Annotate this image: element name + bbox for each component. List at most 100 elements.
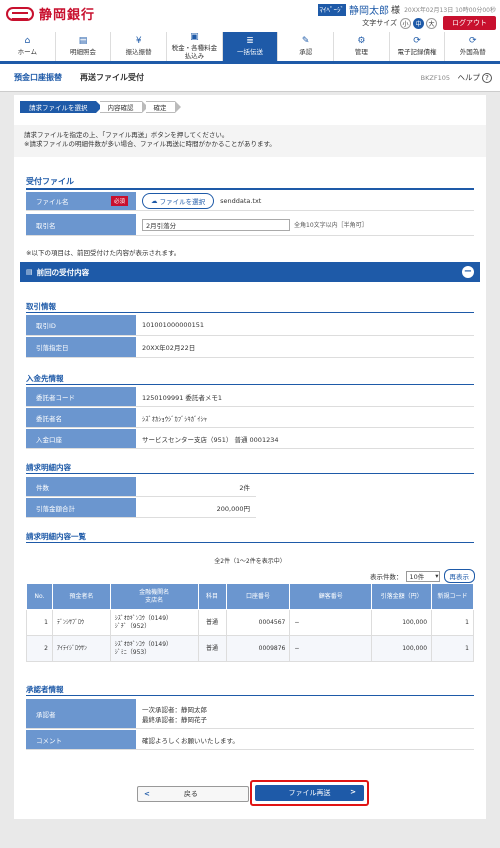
per-page-select[interactable]: 10件 ▾ <box>405 570 440 582</box>
section-divider <box>26 542 474 543</box>
deposit-account-label: 入金口座 <box>36 435 62 444</box>
label-cell: 委託者名 <box>26 408 136 427</box>
section-divider <box>26 188 474 190</box>
nav-admin[interactable]: ⚙ 管理 <box>334 32 390 61</box>
bank-logo[interactable]: 静岡銀行 <box>6 4 95 23</box>
document-icon: ▤ <box>26 268 33 276</box>
billing-count-row: 件数 2件 <box>26 477 256 497</box>
nav-label: 明細照会 <box>70 47 96 56</box>
nav-statement[interactable]: ▤ 明細照会 <box>56 32 112 61</box>
trade-name-input[interactable]: 2月引落分 <box>142 218 290 231</box>
table-row: 1 ﾃﾞﾝｼｻﾌﾞﾛｳ ｼｽﾞｵｶｷﾞﾝｺｳ（0149） ｼﾞﾁﾞ（952） 普通… <box>26 609 474 636</box>
result-count: 全2件（1～2件を表示中） <box>214 558 286 565</box>
last-login: 20XX年02月13日 10時00分00秒 <box>404 7 496 14</box>
label-cell: 入金口座 <box>26 429 136 448</box>
trade-name-label: 取引名 <box>36 221 56 230</box>
nav-label: 振込振替 <box>125 47 152 56</box>
step-confirm: 内容確認 <box>99 101 148 113</box>
top-bar: 静岡銀行 ﾏｲﾍﾟｰｼﾞ 静岡太郎 様 20XX年02月13日 10時00分00… <box>0 0 500 32</box>
back-button[interactable]: < 戻る <box>137 786 249 802</box>
chevron-down-icon: ▾ <box>435 572 439 580</box>
bank-name: 静岡銀行 <box>39 8 96 23</box>
nav-home[interactable]: ⌂ ホーム <box>0 32 56 61</box>
main-panel: 請求ファイルを選択 内容確認 確定 請求ファイルを指定の上、「ファイル再送」ボタ… <box>14 95 486 819</box>
font-size-small-button[interactable]: 小 <box>400 17 411 29</box>
cell-no: 2 <box>26 635 53 662</box>
nav-label: 電子記録債権 <box>397 47 437 56</box>
col-header: 預金者名 <box>51 583 111 610</box>
step-complete: 確定 <box>145 101 181 113</box>
col-header: No. <box>26 583 53 610</box>
nav-tax[interactable]: ▣ 税金・各種料金 払込み <box>167 32 223 61</box>
label-cell: 引落金額合計 <box>26 498 136 517</box>
trade-name-row: 取引名 2月引落分 全角10文字以内［半角可］ <box>26 214 474 236</box>
title-bar: 預金口座振替 再送ファイル受付 BKZF105 ヘルプ? <box>0 64 500 92</box>
comment-label: コメント <box>36 736 62 745</box>
font-size-control: 文字サイズ 小 中 大 ログアウト <box>362 16 496 30</box>
section-title-trade: 取引情報 <box>26 302 56 311</box>
mypage-badge[interactable]: ﾏｲﾍﾟｰｼﾞ <box>317 3 347 16</box>
nav-label: 管理 <box>354 47 368 56</box>
billing-total-value: 200,000円 <box>136 498 256 517</box>
table-row: 2 ｱｲﾃｲｼﾞﾛｳｻﾝ ｼｽﾞｵｶｷﾞﾝｺｳ（0149） ｼﾞﾐﾆ（953） 普… <box>26 635 474 662</box>
section-divider <box>26 473 474 474</box>
nav-e-record[interactable]: ⟳ 電子記録債権 <box>390 32 446 61</box>
section-title-approver: 承認者情報 <box>26 685 64 694</box>
cell-amount: 100,000 <box>371 635 433 662</box>
cell-type: 普通 <box>197 609 227 636</box>
help-link[interactable]: ヘルプ? <box>457 72 492 83</box>
redisplay-button[interactable]: 再表示 <box>443 569 475 583</box>
nav-bulk[interactable]: ≣ 一括伝送 <box>222 32 279 61</box>
cell-type: 普通 <box>197 635 227 662</box>
resend-file-button[interactable]: ファイル再送 > <box>255 785 364 801</box>
statement-icon: ▤ <box>78 35 88 46</box>
section-divider <box>26 695 474 696</box>
cell-code: 1 <box>431 609 474 636</box>
deposit-account-row: 入金口座 サービスセンター支店（951） 普通 0001234 <box>26 429 474 449</box>
font-size-medium-button[interactable]: 中 <box>413 17 424 29</box>
col-header: 金融機関名 支店名 <box>109 583 199 610</box>
help-icon: ? <box>482 72 492 83</box>
help-label: ヘルプ <box>457 73 481 82</box>
breadcrumb-category: 預金口座振替 <box>14 73 62 82</box>
nav-label: 一括伝送 <box>237 47 264 56</box>
user-name: 静岡太郎 <box>349 6 390 17</box>
label-cell: 承認者 <box>26 699 136 728</box>
nav-transfer[interactable]: ¥ 振込振替 <box>111 32 168 61</box>
cell-account: 0004567 <box>225 609 291 636</box>
nav-label: 外国為替 <box>459 47 486 56</box>
nav-forex[interactable]: ⟳ 外国為替 <box>445 32 500 61</box>
back-label: 戻る <box>183 790 198 798</box>
cell-account: 0009876 <box>225 635 291 662</box>
first-approver: 一次承認者：静岡太郎 <box>142 705 207 714</box>
cell-code: 1 <box>431 635 474 662</box>
cell-amount: 100,000 <box>371 609 433 636</box>
comment-value: 確認よろしくお願いいたします。 <box>136 730 474 749</box>
cell-customer: − <box>289 635 373 662</box>
transfer-icon: ¥ <box>135 35 142 46</box>
per-page-label: 表示件数： <box>370 573 403 581</box>
label-cell: 件数 <box>26 477 136 496</box>
approver-value: 一次承認者：静岡太郎 最終承認者：静岡花子 <box>136 699 474 728</box>
previous-content-header[interactable]: ▤ 前回の受付内容 − <box>20 262 480 282</box>
section-divider <box>26 312 474 313</box>
chevron-right-icon: > <box>350 788 356 796</box>
choose-file-button[interactable]: ☁ ファイルを選択 <box>142 193 215 209</box>
cell-no: 1 <box>26 609 53 636</box>
collapse-icon[interactable]: − <box>462 266 474 278</box>
cell-bank: ｼｽﾞｵｶｷﾞﾝｺｳ（0149） ｼﾞﾁﾞ（952） <box>109 609 199 636</box>
section-divider <box>26 384 474 385</box>
global-nav: ⌂ ホーム ▤ 明細照会 ¥ 振込振替 ▣ 税金・各種料金 払込み ≣ 一括伝送 ✎ 承認 … <box>0 32 500 64</box>
cloud-upload-icon: ☁ <box>151 197 160 205</box>
debit-date-row: 引落指定日 20XX年02月22日 <box>26 337 474 358</box>
nav-approval[interactable]: ✎ 承認 <box>278 32 335 61</box>
file-value-cell: ☁ ファイルを選択 senddata.txt <box>136 192 474 210</box>
label-cell: 取引ID <box>26 315 136 335</box>
per-page-value: 10件 <box>409 573 425 581</box>
font-size-large-button[interactable]: 大 <box>426 17 437 29</box>
consignor-name-row: 委託者名 ｼｽﾞｵｶｼｮｳｼﾞｶﾌﾞｼｷｶﾞｲｼｬ <box>26 408 474 428</box>
logout-button[interactable]: ログアウト <box>443 16 496 30</box>
home-icon: ⌂ <box>24 35 31 46</box>
file-row: ファイル名 必須 ☁ ファイルを選択 senddata.txt <box>26 192 474 211</box>
branch-name: ｼﾞﾐﾆ（953） <box>114 648 151 656</box>
